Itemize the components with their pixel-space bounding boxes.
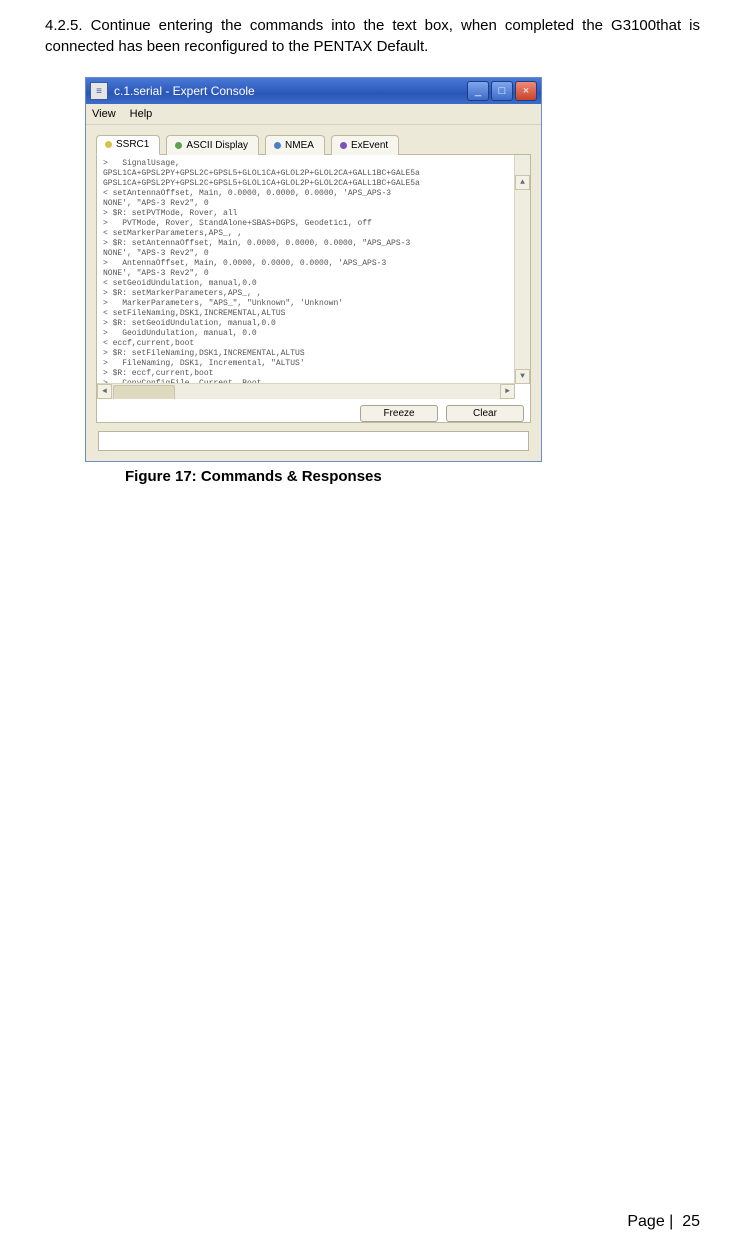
footer-label: Page | [627, 1213, 673, 1230]
section-number: 4.2.5. [45, 17, 83, 34]
tab-label: SSRC1 [116, 139, 149, 150]
clear-button[interactable]: Clear [446, 405, 524, 422]
command-input[interactable] [98, 431, 529, 451]
scroll-left-icon[interactable]: ◄ [97, 384, 112, 399]
tab-ascii-display[interactable]: ASCII Display [166, 135, 259, 155]
menu-help[interactable]: Help [130, 108, 153, 120]
minimize-button[interactable]: _ [467, 81, 489, 101]
expert-console-window: ≡ c.1.serial - Expert Console _ □ × View… [85, 77, 542, 462]
scroll-up-icon[interactable]: ▲ [515, 175, 530, 190]
figure-caption: Figure 17: Commands & Responses [125, 468, 700, 485]
freeze-button[interactable]: Freeze [360, 405, 438, 422]
section-4-2-5: 4.2.5. Continue entering the commands in… [30, 15, 700, 57]
tab-label: NMEA [285, 140, 314, 151]
window-title: c.1.serial - Expert Console [114, 84, 467, 98]
horizontal-scrollbar[interactable]: ◄ ► [97, 383, 515, 399]
maximize-button[interactable]: □ [491, 81, 513, 101]
section-text: Continue entering the commands into the … [45, 17, 700, 55]
menu-view[interactable]: View [92, 108, 116, 120]
scroll-thumb[interactable] [113, 385, 175, 399]
console-output[interactable]: > SignalUsage, GPSL1CA+GPSL2PY+GPSL2C+GP… [97, 155, 530, 399]
page-footer: Page | 25 [627, 1213, 700, 1231]
close-button[interactable]: × [515, 81, 537, 101]
tab-label: ExEvent [351, 140, 388, 151]
footer-page-number: 25 [682, 1213, 700, 1230]
scroll-down-icon[interactable]: ▼ [515, 369, 530, 384]
console-text: > SignalUsage, GPSL1CA+GPSL2PY+GPSL2C+GP… [103, 159, 528, 389]
tab-bullet-icon [105, 141, 112, 148]
scroll-right-icon[interactable]: ► [500, 384, 515, 399]
tab-label: ASCII Display [186, 140, 248, 151]
tab-bullet-icon [175, 142, 182, 149]
tab-exevent[interactable]: ExEvent [331, 135, 399, 155]
tab-nmea[interactable]: NMEA [265, 135, 325, 155]
tab-bullet-icon [340, 142, 347, 149]
tab-ssrc1[interactable]: SSRC1 [96, 135, 160, 155]
tab-strip: SSRC1 ASCII Display NMEA ExEvent [96, 135, 531, 155]
window-titlebar[interactable]: ≡ c.1.serial - Expert Console _ □ × [86, 78, 541, 104]
vertical-scrollbar[interactable]: ▲ ▼ [514, 155, 530, 384]
tab-bullet-icon [274, 142, 281, 149]
app-icon: ≡ [90, 82, 108, 100]
menu-bar: View Help [86, 104, 541, 125]
